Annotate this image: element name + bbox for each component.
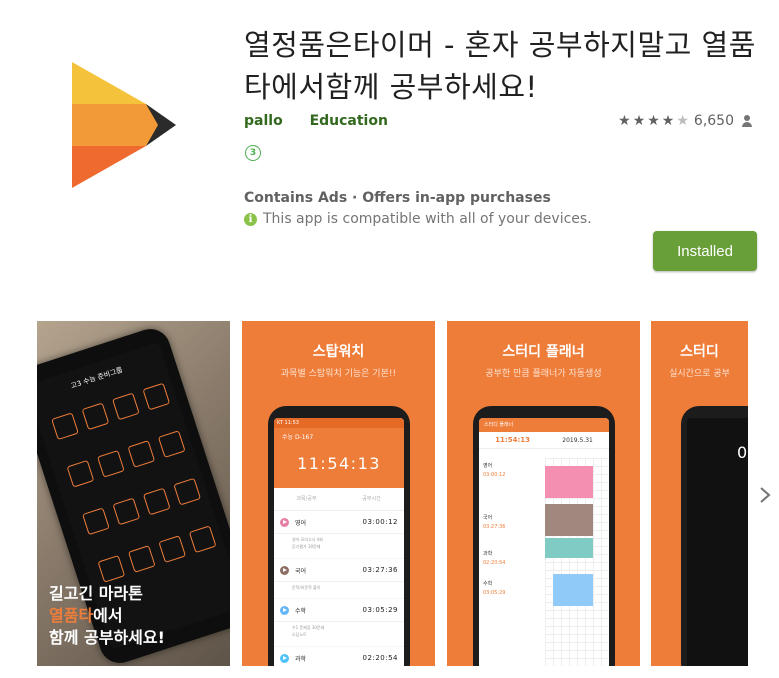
play-icon[interactable] bbox=[280, 565, 289, 575]
screenshot-subtitle: 공부한 만큼 플래너가 자동생성 bbox=[485, 369, 602, 379]
developer-link[interactable]: pallo bbox=[244, 113, 283, 129]
planner-time: 11:54:13 bbox=[495, 436, 530, 444]
note: 오답노트 bbox=[292, 632, 307, 637]
subject-row[interactable]: 과학 02:20:54 bbox=[274, 647, 404, 666]
app-meta: pallo Education bbox=[244, 113, 410, 129]
chevron-right-icon[interactable] bbox=[758, 480, 772, 510]
compat-text: This app is compatible with all of your … bbox=[263, 211, 592, 227]
category-link[interactable]: Education bbox=[310, 113, 388, 129]
play-icon[interactable] bbox=[280, 653, 289, 663]
planner-block bbox=[545, 538, 593, 558]
phone-screen: KT 11:53 수능 D-167 11:54:13 과목/공부 공부시간 영어… bbox=[274, 418, 404, 666]
subject-row[interactable]: 수학 03:05:29 bbox=[274, 599, 404, 622]
planner-grid bbox=[545, 458, 609, 666]
icon-top-segment bbox=[72, 62, 146, 104]
note: 듣기평가 30문제 bbox=[292, 544, 321, 549]
subject-name: 과학 bbox=[483, 551, 493, 557]
subject-name: 수학 bbox=[483, 581, 493, 587]
stopwatch-header: 수능 D-167 11:54:13 bbox=[274, 428, 404, 488]
screenshot-subtitle: 실시간으로 공부 bbox=[669, 369, 730, 379]
app-title: 열정품은타이머 - 혼자 공부하지말고 열품타에서함께 공부하세요! bbox=[244, 28, 756, 104]
note: 수1 문제집 30문제 bbox=[292, 625, 325, 630]
play-icon[interactable] bbox=[280, 517, 289, 527]
screenshot-carousel[interactable]: 고3 수능 준비그룹 길고긴 마라톤 열품타에서 함께 공부하세요! 스탑워치 … bbox=[37, 321, 748, 666]
person-icon bbox=[741, 115, 753, 127]
planner-subject: 과학 02:20:54 bbox=[483, 550, 505, 566]
subject-row[interactable]: 영어 03:00:12 bbox=[274, 511, 404, 534]
subject-time: 03:27:36 bbox=[362, 566, 398, 574]
dday-label: 수능 D-167 bbox=[282, 434, 314, 441]
caption-line-1: 길고긴 마라톤 bbox=[49, 584, 143, 603]
subject-name: 수학 bbox=[295, 607, 307, 615]
planner-subject: 영어 03:00:12 bbox=[483, 462, 505, 478]
subject-name: 영어 bbox=[483, 463, 493, 469]
ads-notice: Contains Ads · Offers in-app purchases bbox=[244, 190, 551, 206]
status-bar: KT 11:53 bbox=[274, 418, 404, 428]
stopwatch-time: 11:54:13 bbox=[297, 454, 381, 473]
tab-study-time[interactable]: 공부시간 bbox=[339, 488, 404, 510]
subject-name: 과학 bbox=[295, 655, 307, 663]
compat-notice: i This app is compatible with all of you… bbox=[244, 211, 592, 227]
planner-block bbox=[545, 466, 593, 498]
phone-screen: 스터디 플래너 11:54:13 2019.5.31 영어 03:00:12 국어… bbox=[479, 418, 609, 666]
play-icon[interactable] bbox=[280, 605, 289, 615]
subject-time: 03:05:29 bbox=[483, 590, 506, 596]
screenshot-subtitle: 과목별 스탑워치 기능은 기본!! bbox=[280, 369, 397, 379]
subject-name: 영어 bbox=[295, 519, 307, 527]
phone-frame: 스터디 플래너 11:54:13 2019.5.31 영어 03:00:12 국어… bbox=[473, 406, 615, 666]
planner-body: 영어 03:00:12 국어 03:27:36 과학 02:20:54 수학 03:05… bbox=[479, 458, 609, 666]
tab-subject[interactable]: 과목/공부 bbox=[274, 488, 339, 510]
planner-subject: 국어 03:27:36 bbox=[483, 514, 505, 530]
screenshot-2[interactable]: 스탑워치 과목별 스탑워치 기능은 기본!! KT 11:53 수능 D-167… bbox=[242, 321, 435, 666]
note: 문학/비문학 풀이 bbox=[292, 585, 321, 590]
screenshot-1[interactable]: 고3 수능 준비그룹 길고긴 마라톤 열품타에서 함께 공부하세요! bbox=[37, 321, 230, 666]
subject-time: 03:00:12 bbox=[362, 518, 398, 526]
subject-time: 03:00:12 bbox=[483, 472, 506, 478]
subject-notes: 영어 모의고사 4회 듣기평가 30문제 bbox=[274, 534, 404, 559]
app-icon bbox=[72, 62, 176, 188]
rating-count: 6,650 bbox=[693, 113, 734, 129]
planner-block bbox=[553, 574, 593, 606]
screenshot-3[interactable]: 스터디 플래너 공부한 만큼 플래너가 자동생성 스터디 플래너 11:54:1… bbox=[447, 321, 640, 666]
subject-time: 02:20:54 bbox=[362, 654, 398, 662]
screenshot-caption: 길고긴 마라톤 열품타에서 함께 공부하세요! bbox=[49, 583, 165, 649]
phone-frame: KT 11:53 수능 D-167 11:54:13 과목/공부 공부시간 영어… bbox=[268, 406, 410, 666]
star-rating-icon: ★★★★★ bbox=[618, 113, 691, 129]
note: 영어 모의고사 4회 bbox=[292, 537, 323, 542]
phone-screen: 00 bbox=[687, 418, 748, 666]
planner-date: 2019.5.31 bbox=[562, 436, 593, 444]
stopwatch-tabs: 과목/공부 공부시간 bbox=[274, 488, 404, 511]
screenshot-title: 스터디 bbox=[680, 344, 719, 360]
installed-button[interactable]: Installed bbox=[653, 231, 757, 271]
subject-time: 03:27:36 bbox=[483, 524, 506, 530]
planner-subject: 수학 03:05:29 bbox=[483, 580, 505, 596]
subject-row[interactable]: 국어 03:27:36 bbox=[274, 559, 404, 582]
age-rating-badge: 3 bbox=[245, 145, 261, 161]
info-icon: i bbox=[244, 212, 257, 226]
subject-time: 02:20:54 bbox=[483, 560, 506, 566]
planner-bar: 스터디 플래너 bbox=[479, 418, 609, 432]
phone-frame: 00 bbox=[681, 406, 748, 666]
screenshot-title: 스탑워치 bbox=[312, 344, 365, 360]
subject-time: 03:05:29 bbox=[362, 606, 398, 614]
caption-line-2: 열품타에서 bbox=[49, 605, 165, 627]
timer-time: 00 bbox=[737, 443, 748, 462]
subject-name: 국어 bbox=[483, 515, 493, 521]
caption-line-2-rest: 에서 bbox=[93, 606, 123, 625]
subject-notes: 문학/비문학 풀이 bbox=[274, 582, 404, 599]
rating: ★★★★★ 6,650 bbox=[618, 113, 753, 129]
screenshot-4[interactable]: 스터디 실시간으로 공부 00 bbox=[651, 321, 748, 666]
planner-time-row: 11:54:13 2019.5.31 bbox=[479, 432, 609, 449]
caption-line-3: 함께 공부하세요! bbox=[49, 628, 165, 647]
subject-name: 국어 bbox=[295, 567, 307, 575]
subject-notes: 수1 문제집 30문제 오답노트 bbox=[274, 622, 404, 647]
screenshot-title: 스터디 플래너 bbox=[502, 344, 585, 360]
planner-block bbox=[545, 504, 593, 536]
icon-bottom-segment bbox=[72, 146, 146, 188]
caption-accent: 열품타 bbox=[49, 606, 94, 625]
